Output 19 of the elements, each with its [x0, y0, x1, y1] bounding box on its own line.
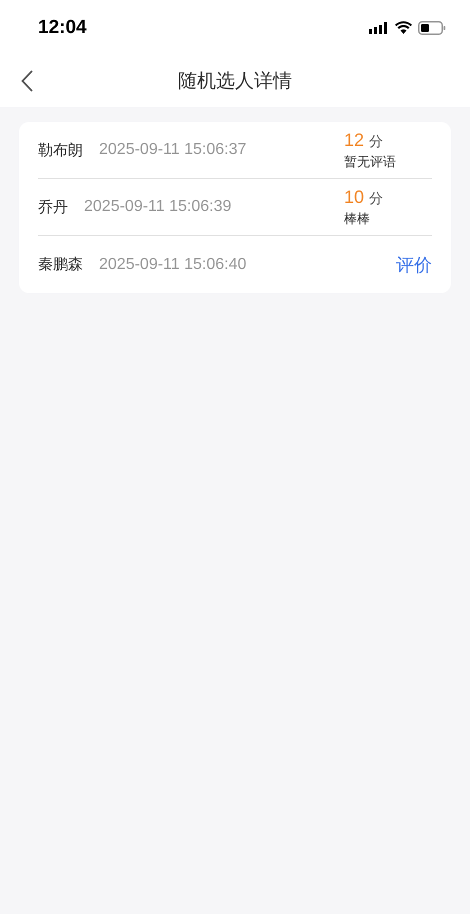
student-name: 秦鹏森: [38, 255, 83, 274]
score-value: 12: [344, 130, 364, 150]
pick-time: 2025-09-11 15:06:39: [84, 198, 232, 216]
pick-time: 2025-09-11 15:06:37: [99, 141, 248, 159]
pick-time: 2025-09-11 15:06:40: [99, 256, 248, 274]
comment-text: 棒棒: [344, 210, 371, 228]
student-name: 乔丹: [38, 198, 68, 216]
comment-text: 暂无评语: [344, 154, 397, 170]
signal-icon: [369, 22, 389, 34]
score-unit: 分: [369, 132, 384, 150]
score-unit: 分: [369, 190, 384, 208]
status-time: 12:04: [38, 16, 87, 38]
wifi-icon: [395, 21, 412, 34]
page-title: 随机选人详情: [178, 69, 292, 94]
battery-icon: [418, 20, 446, 34]
evaluate-link[interactable]: 评价: [396, 252, 432, 276]
score-value: 10: [344, 186, 364, 208]
back-icon[interactable]: [21, 70, 33, 92]
student-name: 勒布朗: [38, 140, 83, 160]
